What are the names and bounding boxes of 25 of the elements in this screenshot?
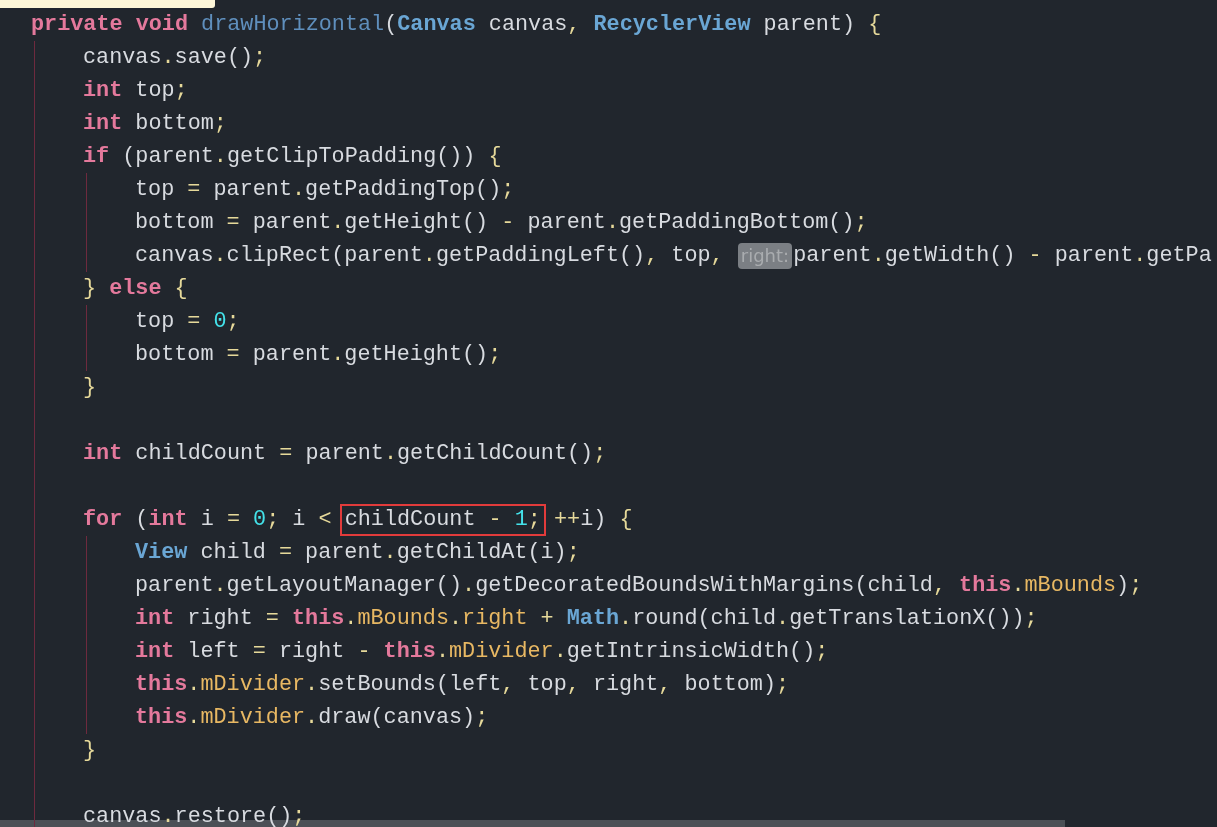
code-line: parent.getLayoutManager().getDecoratedBoundsWithMargins(child, this.mBounds); <box>135 572 1143 600</box>
code-line: int right = this.mBounds.right + Math.round(child.getTranslationX()); <box>135 605 1038 633</box>
code-line: int bottom; <box>83 110 227 138</box>
code-line: bottom = parent.getHeight() - parent.getPaddingBottom(); <box>135 209 868 237</box>
code-line: } else { <box>83 275 188 303</box>
code-line: View child = parent.getChildAt(i); <box>135 539 580 567</box>
code-text: canvas.clipRect(parent.getPaddingLeft(), top, <box>135 242 725 270</box>
code-line: } <box>83 374 97 402</box>
code-line: if (parent.getClipToPadding()) { <box>83 143 502 171</box>
code-line: this.mDivider.draw(canvas); <box>135 704 489 732</box>
code-line: } <box>83 737 97 765</box>
code-line: top = parent.getPaddingTop(); <box>135 176 515 204</box>
highlight-box: childCount - 1; <box>339 503 546 536</box>
code-text: ++i) { <box>553 506 633 534</box>
code-line: int left = right - this.mDivider.getIntrinsicWidth(); <box>135 638 829 666</box>
code-line: canvas.restore(); <box>83 803 306 827</box>
code-text: for (int i = 0; i < <box>83 506 333 534</box>
code-line: bottom = parent.getHeight(); <box>135 341 502 369</box>
code-line: int top; <box>83 77 188 105</box>
code-text: parent.getWidth() - parent.getPa <box>793 242 1212 270</box>
code-line: private void drawHorizontal(Canvas canvas, RecyclerView parent) { <box>31 11 882 39</box>
code-line: top = 0; <box>135 308 240 336</box>
code-line: int childCount = parent.getChildCount(); <box>83 440 607 468</box>
code-line: this.mDivider.setBounds(left, top, right, bottom); <box>135 671 790 699</box>
code-line: canvas.save(); <box>83 44 267 72</box>
